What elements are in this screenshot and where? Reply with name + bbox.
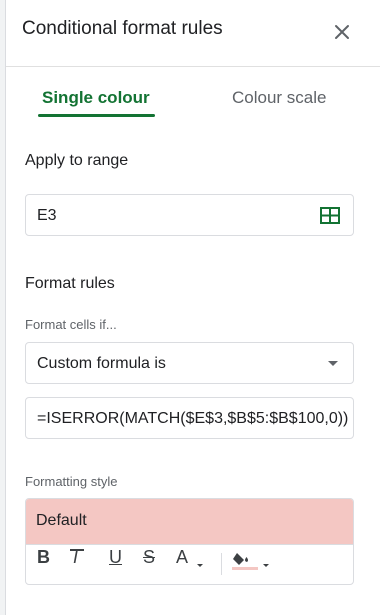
text-color-label: A — [176, 547, 189, 567]
style-preset-dropdown[interactable]: Default — [26, 499, 353, 545]
format-rules-label: Format rules — [25, 275, 115, 292]
fill-color-button[interactable] — [232, 547, 272, 581]
formula-value[interactable]: =ISERROR(MATCH($E$3,$B$5:$B$100,0)) — [37, 410, 353, 428]
strikethrough-button[interactable]: S — [143, 547, 155, 581]
toolbar-divider — [221, 553, 222, 575]
italic-button[interactable]: I — [70, 547, 84, 581]
panel-title: Conditional format rules — [22, 18, 223, 39]
bold-button[interactable]: B — [37, 547, 50, 581]
condition-label: Format cells if... — [25, 317, 117, 332]
condition-dropdown[interactable]: Custom formula is — [25, 342, 354, 384]
grid-select-icon[interactable] — [320, 207, 340, 224]
range-input[interactable]: E3 — [25, 194, 354, 236]
panel-header: Conditional format rules — [6, 0, 380, 67]
fill-color-dropdown-icon — [263, 564, 269, 567]
text-color-dropdown-icon — [197, 564, 203, 567]
underline-button[interactable]: U — [109, 547, 122, 581]
formatting-style-label: Formatting style — [25, 474, 118, 489]
conditional-format-panel: Conditional format rules Single colour C… — [6, 0, 380, 615]
formatting-style-box: Default B I U S A — [25, 498, 354, 585]
formula-input[interactable]: =ISERROR(MATCH($E$3,$B$5:$B$100,0)) — [25, 397, 354, 439]
dropdown-arrow-icon — [328, 361, 338, 366]
range-value[interactable]: E3 — [37, 207, 57, 225]
close-icon[interactable] — [332, 22, 352, 42]
tab-single-colour[interactable]: Single colour — [42, 88, 150, 108]
fill-color-icon — [232, 553, 258, 570]
active-tab-indicator — [38, 114, 155, 117]
condition-value: Custom formula is — [37, 355, 166, 372]
apply-range-label: Apply to range — [25, 152, 129, 169]
tab-colour-scale[interactable]: Colour scale — [232, 88, 327, 108]
text-color-button[interactable]: A — [176, 547, 212, 581]
style-preset-value: Default — [36, 512, 87, 529]
